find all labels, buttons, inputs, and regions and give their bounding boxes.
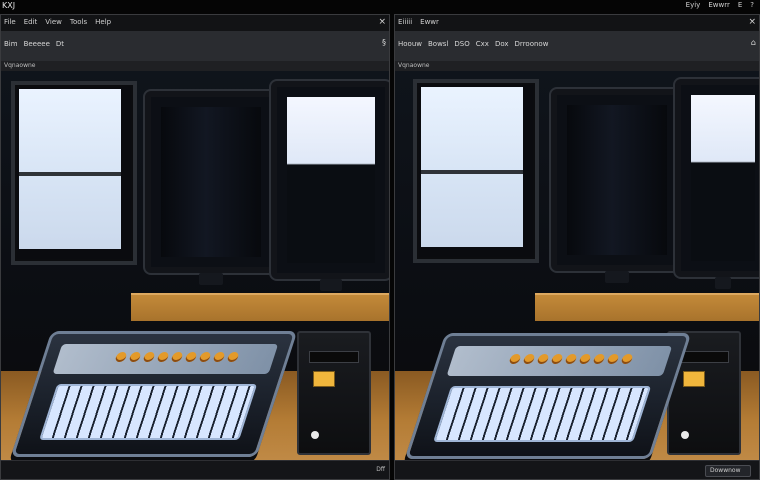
menu-item-view[interactable]: View	[45, 18, 62, 26]
toolbar-icon[interactable]: ⌂	[751, 38, 756, 47]
right-toolbar: Hoouw Bowsl DSO Cxx Dox Drroonow ⌂	[395, 31, 759, 62]
machine-knobs	[113, 352, 248, 366]
tower-badge	[683, 371, 705, 387]
status-text: Vqnaowne	[4, 62, 36, 69]
toolbar-item[interactable]: Cxx	[476, 40, 489, 48]
left-pane: File Edit View Tools Help × Bim Beeeee D…	[0, 14, 390, 480]
toolbar-item[interactable]: Drroonow	[515, 40, 549, 48]
drive-slot	[679, 351, 729, 363]
monitor-screen	[287, 97, 375, 263]
office-scene-right	[395, 71, 759, 461]
toolbar-item[interactable]: Hoouw	[398, 40, 422, 48]
right-menu-items: Eiiiii Ewwr	[398, 18, 439, 26]
monitor-screen	[691, 95, 755, 261]
machine-knobs	[507, 354, 642, 368]
monitor-1	[551, 89, 683, 283]
toolbar-item[interactable]: Dt	[56, 40, 64, 48]
power-button	[311, 431, 319, 439]
right-menubar: Eiiiii Ewwr ×	[395, 15, 759, 32]
top-right-item[interactable]: Eyiy	[686, 1, 701, 9]
toolbar-item[interactable]: DSO	[454, 40, 469, 48]
status-text: Vqnaowne	[398, 62, 430, 69]
bottom-pill-text: Dowwnow	[710, 467, 741, 474]
close-icon[interactable]: ×	[748, 17, 756, 27]
window-glass	[19, 89, 121, 249]
app-title: KXJ	[2, 1, 16, 10]
help-icon[interactable]: ?	[750, 1, 754, 9]
monitor-stand	[714, 277, 732, 289]
left-menubar: File Edit View Tools Help ×	[1, 15, 389, 32]
toolbar-item[interactable]: Bim	[4, 40, 18, 48]
desk-top	[131, 293, 389, 321]
bottom-label: Dff	[376, 466, 385, 473]
menu-item-tools[interactable]: Tools	[70, 18, 87, 26]
left-bottom-bar: Dff	[1, 460, 389, 479]
right-pane: Eiiiii Ewwr × Hoouw Bowsl DSO Cxx Dox Dr…	[394, 14, 760, 480]
toolbar-item[interactable]: Bowsl	[428, 40, 448, 48]
menu-item-help[interactable]: Help	[95, 18, 111, 26]
tower-badge	[313, 371, 335, 387]
office-scene-left	[1, 71, 389, 461]
toolbar-item[interactable]: Beeeee	[24, 40, 50, 48]
menu-item[interactable]: Ewwr	[420, 18, 439, 26]
top-right-items: Eyiy Ewwrr E ?	[686, 1, 754, 9]
monitor-stand	[199, 273, 223, 285]
right-image-viewport[interactable]	[395, 71, 759, 461]
pc-tower	[297, 331, 371, 455]
bottom-pill[interactable]: Dowwnow	[705, 465, 751, 477]
drive-slot	[309, 351, 359, 363]
window-glass	[421, 87, 523, 247]
monitor-2	[271, 81, 389, 291]
monitor-stand	[320, 279, 342, 291]
top-right-item[interactable]: E	[738, 1, 742, 9]
left-toolbar: Bim Beeeee Dt §	[1, 31, 389, 62]
top-right-item[interactable]: Ewwrr	[708, 1, 730, 9]
menu-item[interactable]: Eiiiii	[398, 18, 412, 26]
vintage-keyboard-machine	[10, 331, 298, 457]
machine-keys	[433, 386, 652, 442]
menu-item-edit[interactable]: Edit	[24, 18, 38, 26]
right-bottom-bar: Dowwnow	[395, 460, 759, 479]
vintage-keyboard-machine	[404, 333, 692, 459]
top-app-bar: KXJ Eyiy Ewwrr E ?	[0, 0, 760, 14]
menu-item-file[interactable]: File	[4, 18, 16, 26]
machine-keys	[39, 384, 258, 440]
left-image-viewport[interactable]	[1, 71, 389, 461]
toolbar-item[interactable]: Dox	[495, 40, 509, 48]
power-button	[681, 431, 689, 439]
right-toolbar-items: Hoouw Bowsl DSO Cxx Dox Drroonow	[398, 40, 548, 48]
monitor-1	[145, 91, 277, 285]
monitor-stand	[605, 271, 629, 283]
monitor-screen	[161, 107, 261, 257]
toolbar-icon[interactable]: §	[382, 38, 386, 47]
monitor-2	[675, 79, 759, 289]
left-toolbar-items: Bim Beeeee Dt	[4, 40, 64, 48]
monitor-screen	[567, 105, 667, 255]
close-icon[interactable]: ×	[378, 17, 386, 27]
left-menu-items: File Edit View Tools Help	[4, 18, 111, 26]
desk-top	[535, 293, 759, 321]
